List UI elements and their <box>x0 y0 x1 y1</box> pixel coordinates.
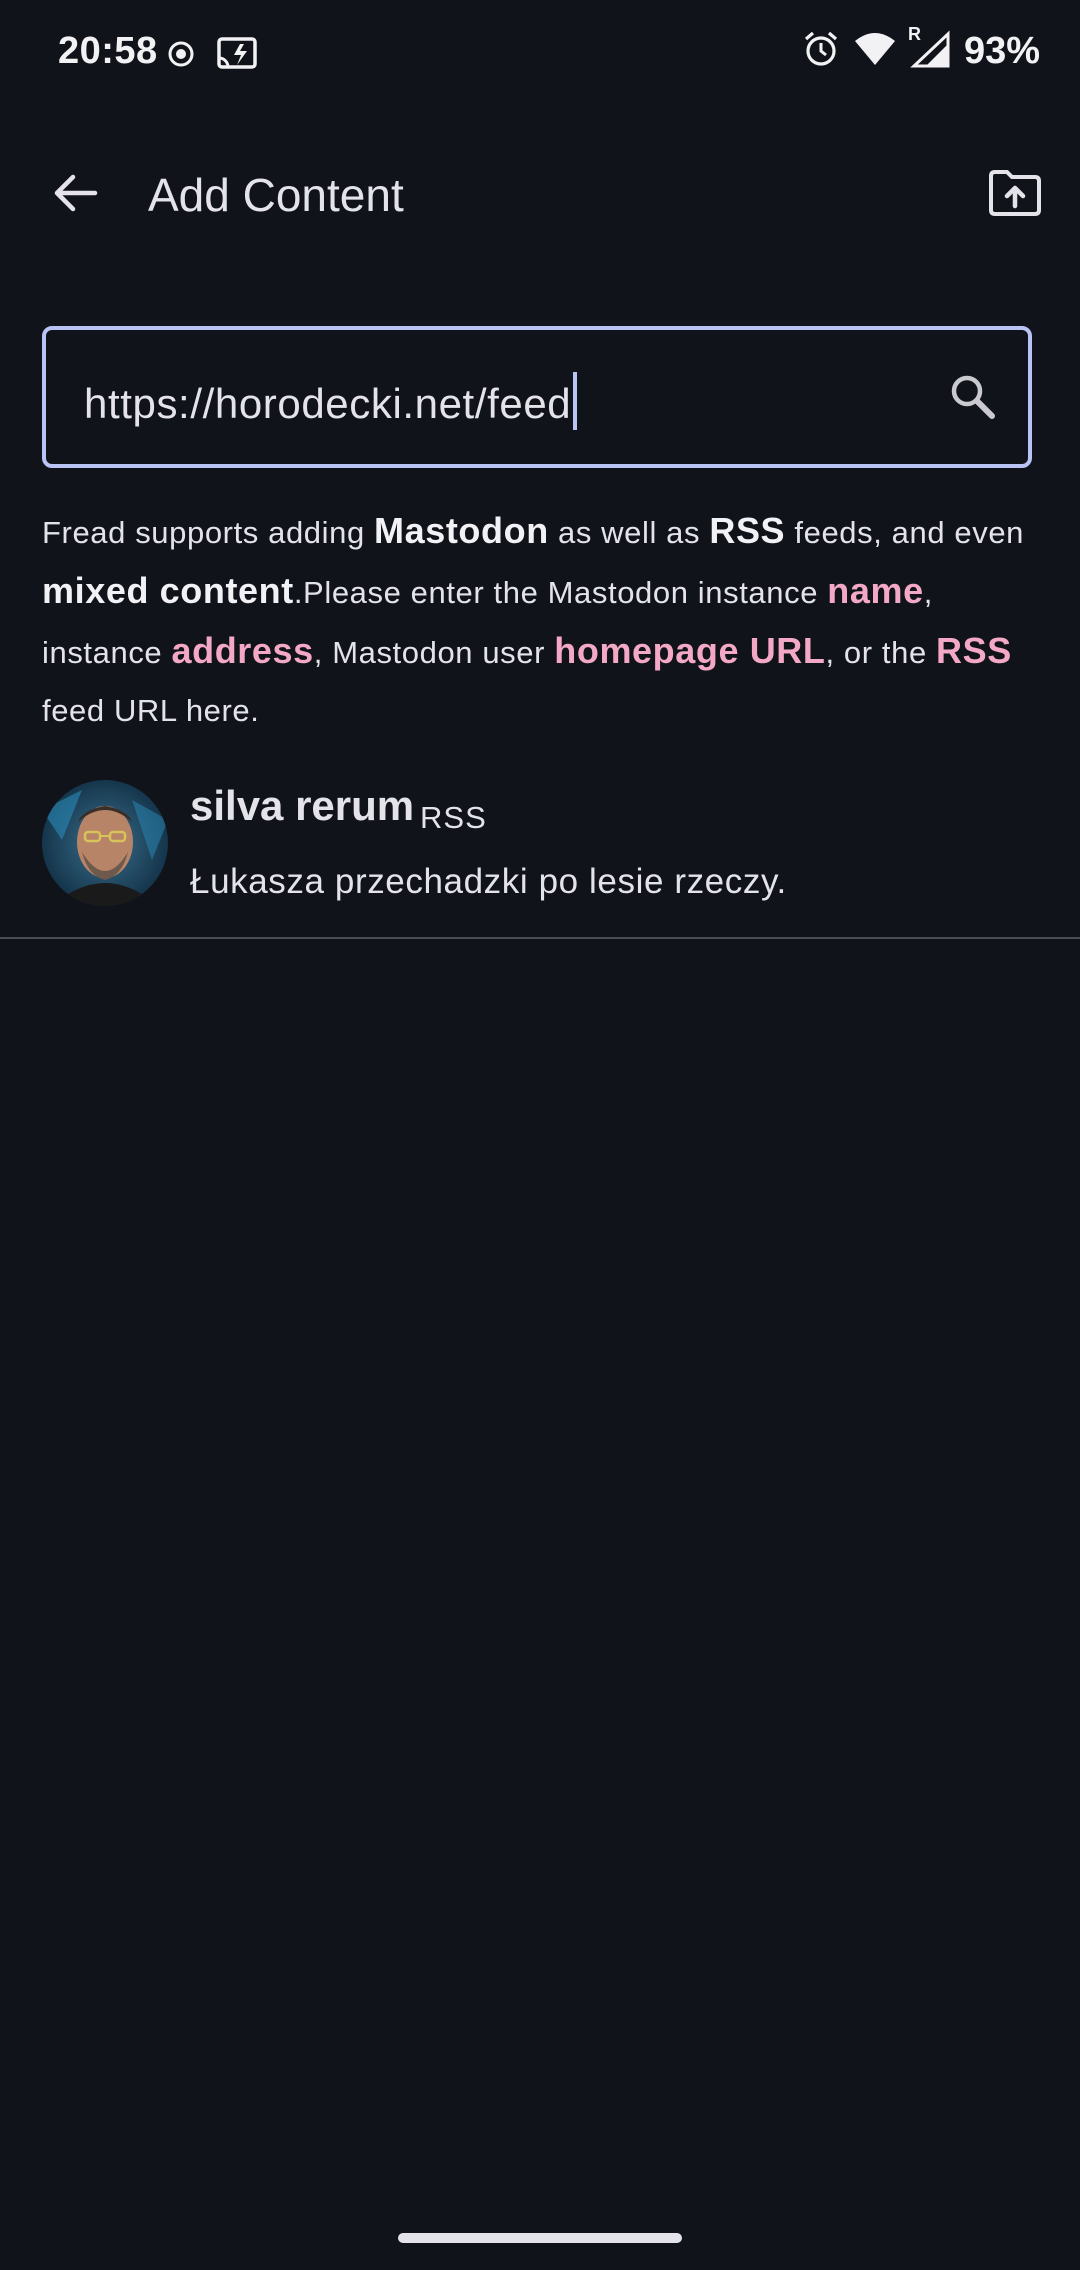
help-text: Fread supports adding Mastodon as well a… <box>42 502 1042 740</box>
help-highlight-address: address <box>171 630 314 671</box>
help-text-part: , Mastodon user <box>313 635 555 670</box>
help-highlight-rss: RSS <box>709 510 786 551</box>
help-text-part: feed URL here. <box>42 693 260 728</box>
gesture-home-indicator[interactable] <box>398 2233 682 2243</box>
help-text-part: as well as <box>548 515 710 550</box>
folder-upload-icon <box>987 168 1043 223</box>
help-text-part: Fread supports adding <box>42 515 375 550</box>
result-description: Łukasza przechadzki po lesie rzeczy. <box>190 862 787 901</box>
battery-percentage: 93% <box>963 30 1040 72</box>
status-bar: 20:58 R 93% <box>0 0 1080 110</box>
help-highlight-mixed: mixed content <box>42 570 294 611</box>
alarm-icon <box>802 30 840 73</box>
signal-icon: R <box>908 24 950 73</box>
status-icons-left <box>166 36 260 77</box>
help-highlight-rss-feed: RSS <box>936 630 1012 671</box>
feed-result-item[interactable]: silva rerum RSS Łukasza przechadzki po l… <box>0 770 1080 938</box>
help-highlight-homepage: homepage URL <box>554 630 826 671</box>
url-input[interactable]: https://horodecki.net/feed <box>84 372 578 430</box>
help-highlight-mastodon: Mastodon <box>374 510 549 551</box>
status-time: 20:58 <box>58 30 158 72</box>
help-text-part: , or the <box>825 635 937 670</box>
arrow-back-icon <box>51 169 99 222</box>
app-bar: Add Content <box>0 140 1080 250</box>
help-highlight-name: name <box>827 570 924 611</box>
text-caret <box>573 372 578 430</box>
roaming-indicator: R <box>907 24 921 44</box>
avatar <box>42 780 168 906</box>
screencast-icon <box>216 36 260 77</box>
result-type-badge: RSS <box>420 800 487 835</box>
status-icons-right: R 93% <box>802 24 1040 73</box>
upload-file-button[interactable] <box>980 160 1050 230</box>
divider <box>0 937 1080 939</box>
help-text-part: .Please enter the Mastodon instance <box>293 575 828 610</box>
url-search-field[interactable]: https://horodecki.net/feed <box>42 326 1032 468</box>
search-icon <box>947 371 997 426</box>
help-text-part: feeds, and even <box>785 515 1025 550</box>
result-title: silva rerum <box>190 782 415 829</box>
record-icon <box>166 39 196 74</box>
page-title: Add Content <box>148 169 404 221</box>
back-button[interactable] <box>42 162 108 228</box>
wifi-icon <box>854 31 896 72</box>
url-input-value: https://horodecki.net/feed <box>84 380 572 427</box>
search-button[interactable] <box>944 370 1000 426</box>
